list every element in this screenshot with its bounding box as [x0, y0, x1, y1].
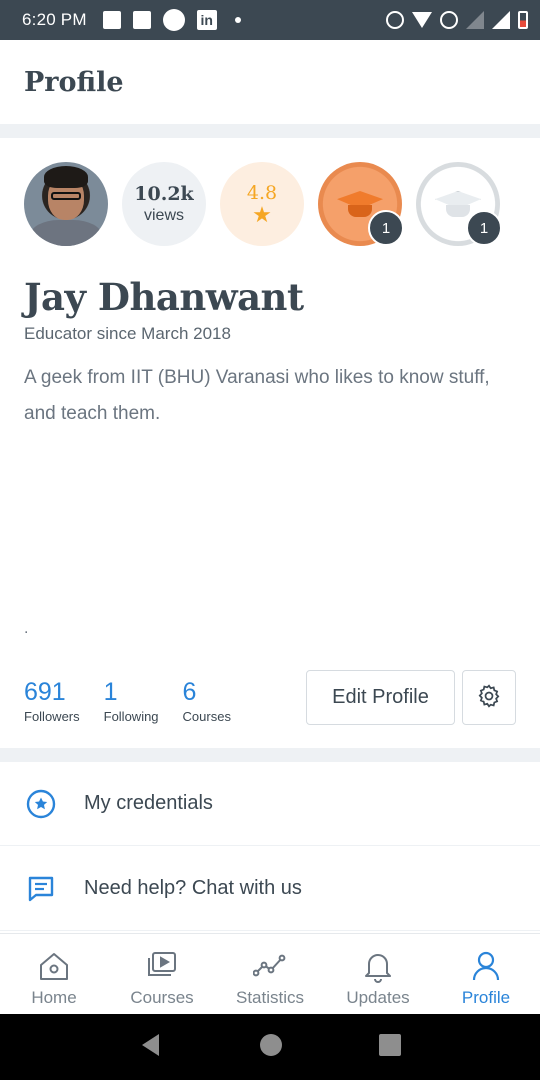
avatar-glasses [51, 192, 81, 200]
section-divider [0, 748, 540, 762]
nav-statistics[interactable]: Statistics [216, 934, 324, 1014]
menu-item-label: Need help? Chat with us [84, 877, 302, 899]
nav-label: Statistics [235, 988, 305, 1007]
rating-badge: 4.8 ★ [220, 162, 304, 246]
nav-label: Profile [461, 988, 511, 1007]
menu-item-credentials[interactable]: My credentials [0, 762, 540, 846]
back-icon[interactable] [138, 1032, 164, 1063]
stat-label: Courses [182, 709, 231, 724]
avatar-shirt [30, 220, 102, 246]
news-icon [132, 11, 151, 29]
stat-label: Following [103, 709, 159, 724]
profile-icon [468, 948, 504, 984]
linkedin-icon: in [196, 10, 217, 30]
profile-extra: . [24, 620, 29, 637]
notification-icons: in [102, 9, 241, 31]
signal-icon-sim2 [466, 11, 484, 29]
stat-value: 691 [24, 678, 66, 706]
hotspot-icon [440, 11, 458, 29]
more-notifications-icon [234, 17, 241, 23]
system-icons [386, 11, 528, 29]
bell-icon [360, 948, 396, 984]
achievement-badge-grey[interactable]: 1 [416, 162, 502, 246]
rating-value: 4.8 [246, 182, 278, 204]
stat-following[interactable]: 1 Following [104, 677, 159, 724]
battery-icon [518, 11, 528, 29]
system-navigation-bar [0, 1014, 540, 1080]
avatar-hair [44, 166, 88, 188]
gear-icon [476, 683, 502, 712]
status-bar: 6:20 PM in [0, 0, 540, 40]
stat-value: 1 [103, 678, 118, 706]
profile-stats: 691 Followers 1 Following 6 Courses [24, 677, 255, 724]
nav-label: Home [31, 988, 77, 1007]
menu-item-label: My credentials [84, 792, 213, 814]
stat-value: 6 [182, 678, 197, 706]
avatar[interactable] [24, 162, 108, 246]
alarm-icon [386, 11, 404, 29]
settings-button[interactable] [462, 670, 516, 725]
stat-courses[interactable]: 6 Courses [183, 677, 231, 724]
nav-label: Updates [346, 988, 410, 1007]
app-header: Profile [0, 40, 540, 124]
profile-bio: A geek from IIT (BHU) Varanasi who likes… [24, 367, 490, 424]
profile-badges-row: 10.2k views 4.8 ★ 1 1 [24, 162, 502, 246]
signal-icon [492, 11, 510, 29]
menu-item-help-chat[interactable]: Need help? Chat with us [0, 847, 540, 931]
achievement-badge-orange[interactable]: 1 [318, 162, 404, 246]
edit-profile-button[interactable]: Edit Profile [306, 670, 455, 725]
stat-followers[interactable]: 691 Followers [24, 677, 80, 724]
badge-count: 1 [466, 210, 502, 246]
educator-since: Educator since March 2018 [24, 324, 231, 343]
courses-icon [144, 948, 180, 984]
status-time: 6:20 PM [22, 10, 87, 29]
message-icon [162, 9, 185, 31]
nav-profile[interactable]: Profile [432, 934, 540, 1014]
views-label: views [143, 207, 184, 224]
badge-count: 1 [368, 210, 404, 246]
nav-updates[interactable]: Updates [324, 934, 432, 1014]
recents-icon[interactable] [378, 1033, 402, 1062]
statistics-icon [252, 948, 288, 984]
section-divider [0, 124, 540, 138]
star-icon: ★ [252, 202, 272, 227]
profile-name: Jay Dhanwant [24, 275, 304, 319]
page-title: Profile [24, 66, 124, 98]
nav-courses[interactable]: Courses [108, 934, 216, 1014]
chat-icon [24, 872, 58, 906]
home-icon [36, 948, 72, 984]
views-badge: 10.2k views [122, 162, 206, 246]
credentials-icon [24, 787, 58, 821]
wifi-icon [412, 12, 432, 28]
bottom-navigation: Home Courses Statistics Updates Profile [0, 933, 540, 1014]
image-icon [102, 11, 121, 29]
stat-label: Followers [24, 709, 80, 724]
views-count: 10.2k [134, 183, 194, 205]
nav-home[interactable]: Home [0, 934, 108, 1014]
home-button-icon[interactable] [259, 1033, 283, 1062]
nav-label: Courses [130, 988, 194, 1007]
